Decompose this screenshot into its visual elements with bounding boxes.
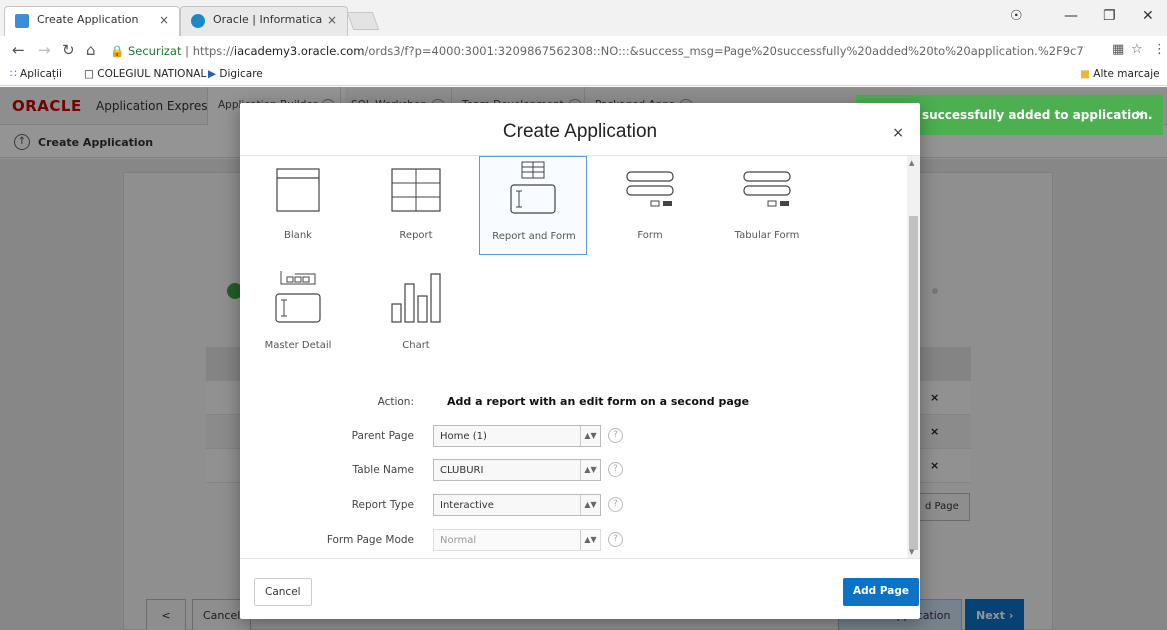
bookmark-other[interactable]: ■ Alte marcaje [1080, 68, 1160, 80]
browser-tab-bar: Create Application × Oracle | Informatic… [0, 0, 1167, 36]
bookmark-star-icon[interactable]: ☆ [1131, 42, 1143, 57]
report-and-form-icon [510, 161, 556, 214]
help-icon[interactable]: ? [608, 462, 623, 477]
tile-label: Tabular Form [734, 230, 800, 241]
apex-favicon-icon [15, 14, 29, 28]
field-label: Parent Page [351, 430, 414, 442]
page-type-report-and-form[interactable]: Report and Form [479, 156, 587, 255]
page-icon: □ [84, 68, 94, 80]
tab-close-icon[interactable]: × [159, 13, 169, 27]
bookmark-digicare[interactable]: ▶ Digicare [208, 68, 263, 80]
select-arrows-icon: ▲▼ [580, 426, 600, 446]
form-page-mode-select: Normal ▲▼ [433, 529, 601, 551]
field-table-name: Table Name CLUBURI ▲▼ ? [240, 459, 900, 481]
bookmarks-bar: ∷ Aplicații □ COLEGIUL NATIONAL ▶ Digica… [0, 64, 1167, 86]
scroll-up-icon[interactable]: ▲ [909, 159, 914, 167]
bar-chart-icon [391, 273, 441, 323]
field-label: Form Page Mode [326, 534, 414, 546]
lock-icon: 🔒 [110, 44, 125, 58]
select-arrows-icon: ▲▼ [580, 530, 600, 550]
url-path: /ords3/f?p=4000:3001:3209867562308::NO::… [364, 44, 1085, 58]
scroll-down-icon[interactable]: ▼ [909, 548, 914, 556]
menu-icon[interactable]: ⋮ [1153, 42, 1166, 57]
digicare-icon: ▶ [208, 68, 217, 80]
url-field[interactable]: 🔒 Securizat | https://iacademy3.oracle.c… [110, 44, 1085, 58]
tile-label: Report [399, 230, 433, 241]
page-type-chart[interactable]: Chart [362, 266, 470, 364]
url-prefix: https:// [192, 44, 234, 58]
tab-close-icon[interactable]: × [327, 13, 337, 27]
scroll-thumb[interactable] [909, 216, 918, 550]
bookmark-colegiul[interactable]: □ COLEGIUL NATIONAL [84, 68, 206, 80]
toast-message: successfully added to application. [922, 108, 1153, 122]
maximize-icon[interactable]: ❐ [1103, 8, 1116, 24]
url-host: iacademy3.oracle.com [233, 44, 365, 58]
browser-tab-oracle-informatica[interactable]: Oracle | Informatica × [180, 6, 348, 36]
add-page-button[interactable]: Add Page [843, 578, 919, 606]
tile-label: Report and Form [492, 231, 576, 242]
help-icon[interactable]: ? [608, 428, 623, 443]
master-detail-icon [275, 271, 321, 323]
window-close-icon[interactable]: ✕ [1142, 8, 1154, 24]
apps-grid-icon: ∷ [10, 68, 17, 80]
page-type-report[interactable]: Report [362, 156, 470, 254]
create-application-dialog: Create Application × Blank Report Report… [240, 103, 920, 619]
folder-icon: ■ [1080, 68, 1090, 80]
dialog-body: Blank Report Report and Form Form Tabula… [240, 155, 920, 559]
action-label: Action: [377, 396, 414, 408]
new-tab-button[interactable] [346, 12, 380, 30]
form-icon [626, 171, 674, 207]
dialog-close-icon[interactable]: × [892, 125, 904, 141]
back-icon[interactable]: ← [12, 41, 25, 59]
field-report-type: Report Type Interactive ▲▼ ? [240, 494, 900, 516]
blank-page-icon [276, 168, 320, 212]
select-arrows-icon: ▲▼ [580, 495, 600, 515]
browser-tab-create-application[interactable]: Create Application × [4, 6, 180, 36]
tile-label: Chart [402, 340, 430, 351]
action-value: Add a report with an edit form on a seco… [447, 395, 750, 408]
bookmark-apps[interactable]: ∷ Aplicații [10, 68, 62, 80]
page-type-blank[interactable]: Blank [244, 156, 352, 254]
report-type-select[interactable]: Interactive ▲▼ [433, 494, 601, 516]
field-label: Table Name [352, 464, 414, 476]
tile-label: Blank [284, 230, 312, 241]
tile-label: Master Detail [264, 340, 332, 351]
dialog-scrollbar[interactable]: ▲ ▼ [907, 156, 920, 558]
cancel-button[interactable]: Cancel [254, 578, 312, 606]
minimize-icon[interactable]: — [1064, 8, 1078, 24]
profile-icon[interactable]: ☉ [1010, 8, 1023, 24]
dialog-title: Create Application [502, 121, 658, 142]
report-grid-icon [391, 168, 441, 212]
parent-page-select[interactable]: Home (1) ▲▼ [433, 425, 601, 447]
tabular-form-icon [743, 171, 791, 207]
field-label: Report Type [351, 499, 414, 511]
browser-tab-title: Create Application [37, 13, 139, 26]
reload-icon[interactable]: ↻ [62, 41, 75, 59]
page-type-tabular-form[interactable]: Tabular Form [713, 156, 821, 254]
field-parent-page: Parent Page Home (1) ▲▼ ? [240, 425, 900, 447]
tile-label: Form [637, 230, 663, 241]
address-bar: ← → ↻ ⌂ 🔒 Securizat | https://iacademy3.… [0, 36, 1167, 64]
page-type-form[interactable]: Form [596, 156, 704, 254]
browser-tab-title: Oracle | Informatica [213, 13, 323, 26]
select-arrows-icon: ▲▼ [580, 460, 600, 480]
help-icon[interactable]: ? [608, 497, 623, 512]
page-type-master-detail[interactable]: Master Detail [244, 266, 352, 364]
field-form-page-mode: Form Page Mode Normal ▲▼ ? [240, 529, 900, 551]
action-row: Action: Add a report with an edit form o… [240, 391, 900, 413]
table-name-select[interactable]: CLUBURI ▲▼ [433, 459, 601, 481]
forward-icon[interactable]: → [38, 41, 51, 59]
translate-icon[interactable]: ▦ [1112, 42, 1124, 57]
help-icon[interactable]: ? [608, 532, 623, 547]
toast-close-icon[interactable]: × [1135, 107, 1145, 121]
oracle-favicon-icon [191, 14, 205, 28]
secure-label: Securizat [127, 44, 182, 58]
home-icon[interactable]: ⌂ [86, 41, 96, 59]
